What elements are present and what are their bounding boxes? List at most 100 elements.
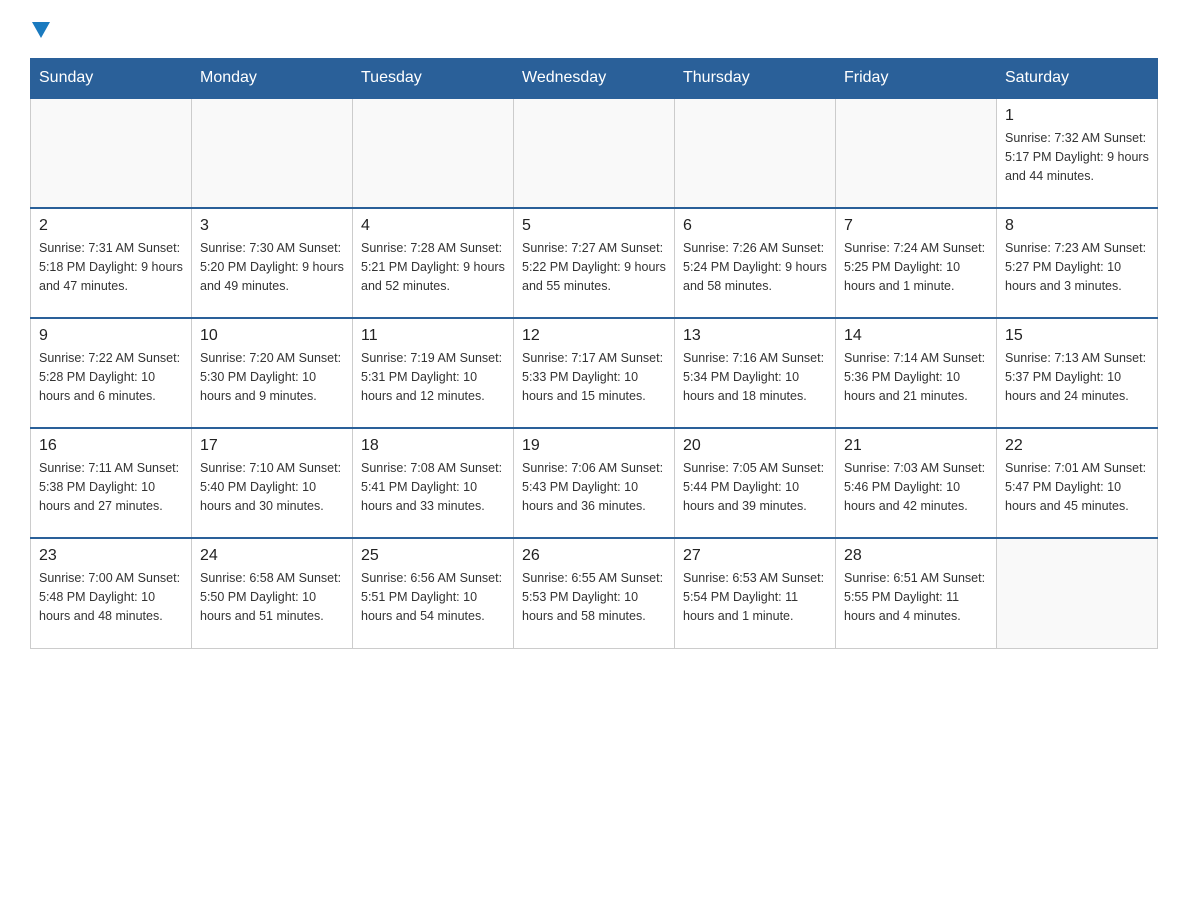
calendar-cell: 25 Sunrise: 6:56 AM Sunset: 5:51 PM Dayli… (353, 538, 514, 648)
day-number: 24 (200, 547, 344, 565)
day-number: 26 (522, 547, 666, 565)
weekday-header-monday: Monday (192, 59, 353, 99)
calendar-cell: 8 Sunrise: 7:23 AM Sunset: 5:27 PM Daylig… (997, 208, 1158, 318)
day-info: Sunrise: 7:17 AM Sunset: 5:33 PM Dayligh… (522, 349, 666, 405)
calendar-cell (997, 538, 1158, 648)
calendar-week-4: 16 Sunrise: 7:11 AM Sunset: 5:38 PM Dayli… (31, 428, 1158, 538)
calendar-header-row: SundayMondayTuesdayWednesdayThursdayFrid… (31, 59, 1158, 99)
weekday-header-sunday: Sunday (31, 59, 192, 99)
calendar-cell (836, 98, 997, 208)
calendar-cell: 13 Sunrise: 7:16 AM Sunset: 5:34 PM Dayli… (675, 318, 836, 428)
day-info: Sunrise: 7:10 AM Sunset: 5:40 PM Dayligh… (200, 459, 344, 515)
day-number: 27 (683, 547, 827, 565)
day-info: Sunrise: 7:30 AM Sunset: 5:20 PM Dayligh… (200, 239, 344, 295)
day-number: 20 (683, 437, 827, 455)
day-info: Sunrise: 6:58 AM Sunset: 5:50 PM Dayligh… (200, 569, 344, 625)
day-info: Sunrise: 6:56 AM Sunset: 5:51 PM Dayligh… (361, 569, 505, 625)
calendar-cell: 9 Sunrise: 7:22 AM Sunset: 5:28 PM Daylig… (31, 318, 192, 428)
calendar-cell: 14 Sunrise: 7:14 AM Sunset: 5:36 PM Dayli… (836, 318, 997, 428)
calendar-cell: 15 Sunrise: 7:13 AM Sunset: 5:37 PM Dayli… (997, 318, 1158, 428)
calendar-week-3: 9 Sunrise: 7:22 AM Sunset: 5:28 PM Daylig… (31, 318, 1158, 428)
calendar-cell: 28 Sunrise: 6:51 AM Sunset: 5:55 PM Dayli… (836, 538, 997, 648)
calendar-cell: 21 Sunrise: 7:03 AM Sunset: 5:46 PM Dayli… (836, 428, 997, 538)
calendar-cell: 19 Sunrise: 7:06 AM Sunset: 5:43 PM Dayli… (514, 428, 675, 538)
weekday-header-tuesday: Tuesday (353, 59, 514, 99)
calendar-week-5: 23 Sunrise: 7:00 AM Sunset: 5:48 PM Dayli… (31, 538, 1158, 648)
day-number: 11 (361, 327, 505, 345)
day-info: Sunrise: 7:28 AM Sunset: 5:21 PM Dayligh… (361, 239, 505, 295)
calendar-cell: 16 Sunrise: 7:11 AM Sunset: 5:38 PM Dayli… (31, 428, 192, 538)
day-number: 19 (522, 437, 666, 455)
day-info: Sunrise: 7:13 AM Sunset: 5:37 PM Dayligh… (1005, 349, 1149, 405)
day-info: Sunrise: 7:11 AM Sunset: 5:38 PM Dayligh… (39, 459, 183, 515)
calendar-cell: 3 Sunrise: 7:30 AM Sunset: 5:20 PM Daylig… (192, 208, 353, 318)
day-info: Sunrise: 7:06 AM Sunset: 5:43 PM Dayligh… (522, 459, 666, 515)
day-number: 21 (844, 437, 988, 455)
day-info: Sunrise: 7:32 AM Sunset: 5:17 PM Dayligh… (1005, 129, 1149, 185)
day-info: Sunrise: 7:24 AM Sunset: 5:25 PM Dayligh… (844, 239, 988, 295)
calendar-cell: 7 Sunrise: 7:24 AM Sunset: 5:25 PM Daylig… (836, 208, 997, 318)
calendar-table: SundayMondayTuesdayWednesdayThursdayFrid… (30, 58, 1158, 649)
day-number: 3 (200, 217, 344, 235)
day-number: 2 (39, 217, 183, 235)
calendar-cell: 23 Sunrise: 7:00 AM Sunset: 5:48 PM Dayli… (31, 538, 192, 648)
day-number: 1 (1005, 107, 1149, 125)
day-info: Sunrise: 7:03 AM Sunset: 5:46 PM Dayligh… (844, 459, 988, 515)
day-number: 8 (1005, 217, 1149, 235)
day-number: 9 (39, 327, 183, 345)
day-number: 18 (361, 437, 505, 455)
day-number: 15 (1005, 327, 1149, 345)
calendar-cell (192, 98, 353, 208)
weekday-header-thursday: Thursday (675, 59, 836, 99)
day-info: Sunrise: 7:26 AM Sunset: 5:24 PM Dayligh… (683, 239, 827, 295)
day-info: Sunrise: 6:55 AM Sunset: 5:53 PM Dayligh… (522, 569, 666, 625)
calendar-week-2: 2 Sunrise: 7:31 AM Sunset: 5:18 PM Daylig… (31, 208, 1158, 318)
day-number: 4 (361, 217, 505, 235)
day-info: Sunrise: 7:27 AM Sunset: 5:22 PM Dayligh… (522, 239, 666, 295)
calendar-cell: 10 Sunrise: 7:20 AM Sunset: 5:30 PM Dayli… (192, 318, 353, 428)
calendar-cell: 12 Sunrise: 7:17 AM Sunset: 5:33 PM Dayli… (514, 318, 675, 428)
day-info: Sunrise: 7:05 AM Sunset: 5:44 PM Dayligh… (683, 459, 827, 515)
day-info: Sunrise: 7:00 AM Sunset: 5:48 PM Dayligh… (39, 569, 183, 625)
calendar-cell (675, 98, 836, 208)
calendar-cell: 4 Sunrise: 7:28 AM Sunset: 5:21 PM Daylig… (353, 208, 514, 318)
day-number: 10 (200, 327, 344, 345)
day-info: Sunrise: 6:53 AM Sunset: 5:54 PM Dayligh… (683, 569, 827, 625)
day-number: 12 (522, 327, 666, 345)
calendar-cell: 11 Sunrise: 7:19 AM Sunset: 5:31 PM Dayli… (353, 318, 514, 428)
day-number: 7 (844, 217, 988, 235)
calendar-week-1: 1 Sunrise: 7:32 AM Sunset: 5:17 PM Daylig… (31, 98, 1158, 208)
calendar-cell (353, 98, 514, 208)
day-number: 13 (683, 327, 827, 345)
weekday-header-friday: Friday (836, 59, 997, 99)
calendar-cell: 26 Sunrise: 6:55 AM Sunset: 5:53 PM Dayli… (514, 538, 675, 648)
day-info: Sunrise: 7:20 AM Sunset: 5:30 PM Dayligh… (200, 349, 344, 405)
calendar-cell: 27 Sunrise: 6:53 AM Sunset: 5:54 PM Dayli… (675, 538, 836, 648)
day-number: 16 (39, 437, 183, 455)
calendar-cell: 17 Sunrise: 7:10 AM Sunset: 5:40 PM Dayli… (192, 428, 353, 538)
day-number: 6 (683, 217, 827, 235)
day-info: Sunrise: 7:16 AM Sunset: 5:34 PM Dayligh… (683, 349, 827, 405)
calendar-cell: 22Sunrise: 7:01 AM Sunset: 5:47 PM Dayli… (997, 428, 1158, 538)
day-info: Sunrise: 7:22 AM Sunset: 5:28 PM Dayligh… (39, 349, 183, 405)
calendar-cell: 2 Sunrise: 7:31 AM Sunset: 5:18 PM Daylig… (31, 208, 192, 318)
day-info: Sunrise: 7:19 AM Sunset: 5:31 PM Dayligh… (361, 349, 505, 405)
day-info: Sunrise: 7:08 AM Sunset: 5:41 PM Dayligh… (361, 459, 505, 515)
weekday-header-wednesday: Wednesday (514, 59, 675, 99)
day-number: 23 (39, 547, 183, 565)
day-info: Sunrise: 6:51 AM Sunset: 5:55 PM Dayligh… (844, 569, 988, 625)
day-number: 14 (844, 327, 988, 345)
calendar-cell: 24 Sunrise: 6:58 AM Sunset: 5:50 PM Dayli… (192, 538, 353, 648)
day-info: Sunrise: 7:23 AM Sunset: 5:27 PM Dayligh… (1005, 239, 1149, 295)
day-number: 28 (844, 547, 988, 565)
day-number: 25 (361, 547, 505, 565)
day-info: Sunrise: 7:01 AM Sunset: 5:47 PM Dayligh… (1005, 459, 1149, 515)
calendar-cell: 20 Sunrise: 7:05 AM Sunset: 5:44 PM Dayli… (675, 428, 836, 538)
day-info: Sunrise: 7:14 AM Sunset: 5:36 PM Dayligh… (844, 349, 988, 405)
logo-triangle-icon (32, 22, 50, 40)
calendar-cell: 5Sunrise: 7:27 AM Sunset: 5:22 PM Daylig… (514, 208, 675, 318)
calendar-cell (514, 98, 675, 208)
day-info: Sunrise: 7:31 AM Sunset: 5:18 PM Dayligh… (39, 239, 183, 295)
day-number: 17 (200, 437, 344, 455)
weekday-header-saturday: Saturday (997, 59, 1158, 99)
